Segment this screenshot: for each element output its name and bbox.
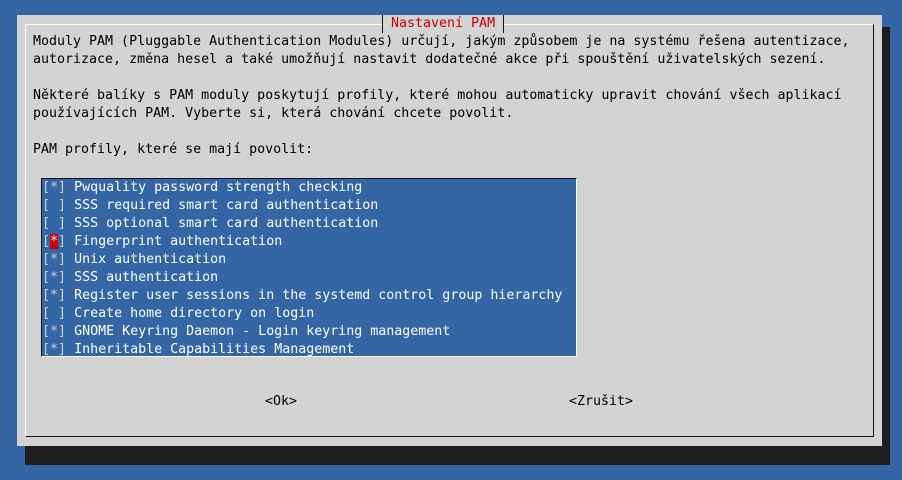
checklist-item-label: Unix authentication <box>74 252 227 267</box>
checklist-item[interactable]: [ ] SSS required smart card authenticati… <box>42 197 576 215</box>
checkbox-open: [ <box>42 216 51 231</box>
checklist-item-label: SSS optional smart card authentication <box>74 216 379 231</box>
checklist-item[interactable]: [ ] SSS optional smart card authenticati… <box>42 215 576 233</box>
checkbox-open: [ <box>42 198 51 213</box>
checkbox-close: ] <box>58 198 67 213</box>
ok-button[interactable]: <Ok> <box>265 393 297 411</box>
checkbox-close: ] <box>58 216 67 231</box>
checklist-item-selected[interactable]: [*] Fingerprint authentication <box>42 233 576 251</box>
checkbox-mark[interactable]: * <box>50 342 58 357</box>
checkbox-close: ] <box>58 234 67 249</box>
pam-profile-checklist[interactable]: [*] Pwquality password strength checking… <box>41 178 577 357</box>
checkbox-mark[interactable]: * <box>50 252 58 267</box>
checkbox-close: ] <box>58 252 67 267</box>
checklist-item-label: GNOME Keyring Daemon - Login keyring man… <box>74 324 451 339</box>
intro-line-4: používajících PAM. Vyberte si, která cho… <box>33 106 514 121</box>
intro-line-1: Moduly PAM (Pluggable Authentication Mod… <box>33 34 850 49</box>
checklist-item-label: Fingerprint authentication <box>74 234 283 249</box>
checklist-item-label: Create home directory on login <box>74 306 315 321</box>
checklist-item[interactable]: [*] Pwquality password strength checking <box>42 179 576 197</box>
checkbox-mark[interactable]: * <box>50 288 58 303</box>
checkbox-open: [ <box>42 180 51 195</box>
checkbox-open: [ <box>42 270 51 285</box>
dialog-title: Nastavení PAM <box>382 15 505 33</box>
checklist-item[interactable]: [*] Unix authentication <box>42 251 576 269</box>
cancel-button[interactable]: <Zrušit> <box>569 393 633 411</box>
checkbox-mark-cursor[interactable]: * <box>50 234 59 249</box>
checklist-item-label: SSS required smart card authentication <box>74 198 379 213</box>
checkbox-open: [ <box>42 252 51 267</box>
checkbox-close: ] <box>58 342 67 357</box>
checkbox-open: [ <box>42 234 51 249</box>
checklist-item-label: Inheritable Capabilities Management <box>74 342 355 357</box>
checkbox-mark[interactable]: * <box>50 324 58 339</box>
checkbox-mark[interactable]: * <box>50 180 58 195</box>
checklist-item-label: SSS authentication <box>74 270 219 285</box>
checkbox-mark[interactable] <box>50 216 58 231</box>
intro-line-3: Některé balíky s PAM moduly poskytují pr… <box>33 88 842 103</box>
checkbox-close: ] <box>58 288 67 303</box>
pam-config-dialog: Nastavení PAM Moduly PAM (Pluggable Auth… <box>17 15 882 446</box>
checklist-item[interactable]: [*] Inheritable Capabilities Management <box>42 341 576 359</box>
profiles-prompt: PAM profily, které se mají povolit: <box>33 142 314 157</box>
checkbox-close: ] <box>58 270 67 285</box>
checkbox-open: [ <box>42 306 51 321</box>
checklist-item-label: Pwquality password strength checking <box>74 180 363 195</box>
checkbox-mark[interactable]: * <box>50 270 58 285</box>
checkbox-mark[interactable] <box>50 198 58 213</box>
checkbox-close: ] <box>58 306 67 321</box>
checkbox-open: [ <box>42 342 51 357</box>
checkbox-open: [ <box>42 288 51 303</box>
checkbox-open: [ <box>42 324 51 339</box>
checklist-item[interactable]: [*] GNOME Keyring Daemon - Login keyring… <box>42 323 576 341</box>
checkbox-close: ] <box>58 324 67 339</box>
intro-line-2: autorizace, změna hesel a také umožňují … <box>33 52 826 67</box>
checklist-item[interactable]: [*] SSS authentication <box>42 269 576 287</box>
checkbox-close: ] <box>58 180 67 195</box>
checklist-item[interactable]: [ ] Create home directory on login <box>42 305 576 323</box>
checkbox-mark[interactable] <box>50 306 58 321</box>
checklist-item[interactable]: [*] Register user sessions in the system… <box>42 287 576 305</box>
checklist-item-label: Register user sessions in the systemd co… <box>74 288 563 303</box>
